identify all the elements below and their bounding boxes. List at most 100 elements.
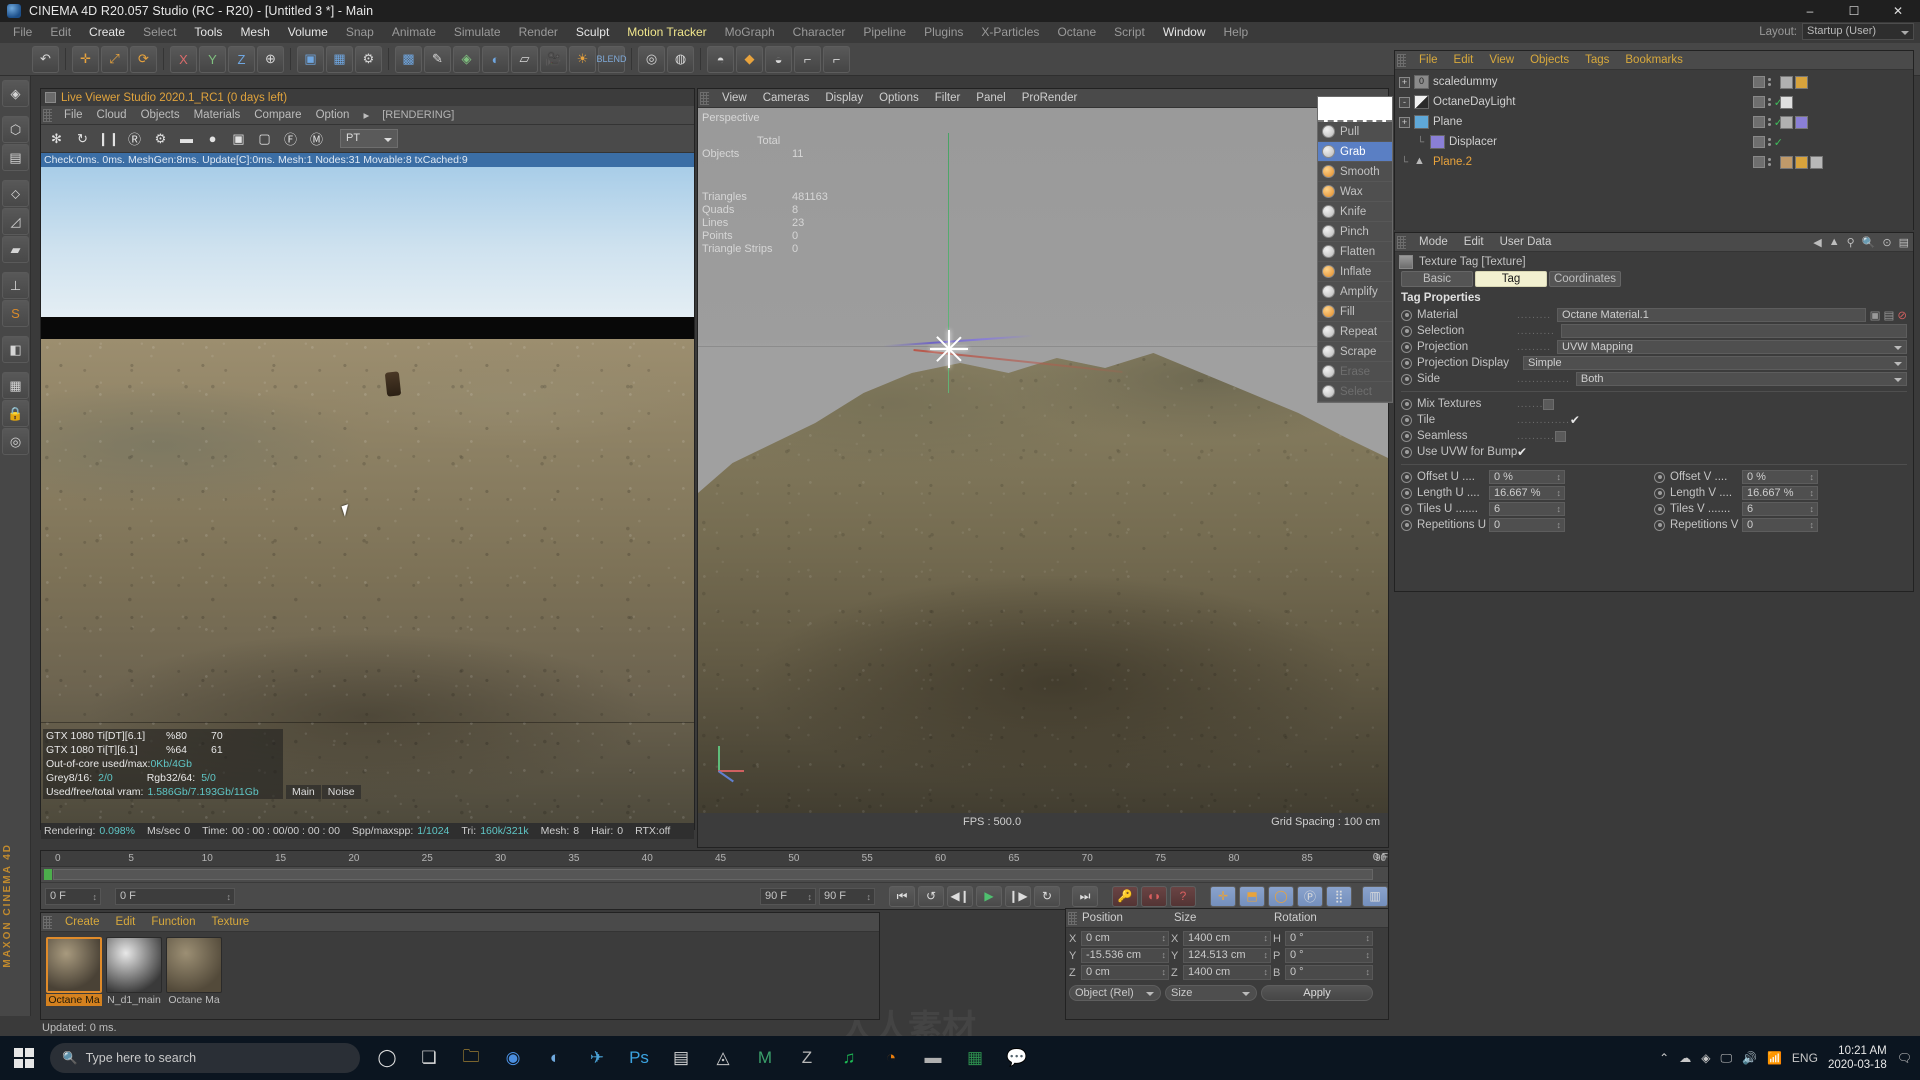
- menu-render[interactable]: Render: [510, 22, 567, 43]
- sculpt-brush-pull[interactable]: Pull: [1318, 122, 1392, 142]
- menu-help[interactable]: Help: [1215, 22, 1258, 43]
- size-field[interactable]: 1400 cm: [1183, 965, 1271, 980]
- daylight-gizmo-icon[interactable]: [930, 330, 968, 368]
- material-swatch-list[interactable]: Octane Ma N_d1_main Octane Ma: [41, 932, 879, 1011]
- object-tags-0[interactable]: [1780, 72, 1808, 92]
- menu-mesh[interactable]: Mesh: [231, 22, 278, 43]
- sculpt-brush-button[interactable]: ◓: [707, 45, 734, 73]
- spline-pen-button[interactable]: ✎: [424, 45, 451, 73]
- material-preview-sphere[interactable]: [106, 937, 162, 993]
- step-forward-frame-button[interactable]: ❙▶: [1005, 885, 1031, 907]
- editor-visibility-icon[interactable]: [1768, 158, 1771, 161]
- lv-menu-compare[interactable]: Compare: [247, 109, 308, 121]
- maximize-button[interactable]: ☐: [1832, 0, 1876, 22]
- animation-track-dot-icon[interactable]: [1401, 357, 1412, 369]
- object-tag-area[interactable]: ✓: [1752, 92, 1783, 112]
- menu-tools[interactable]: Tools: [185, 22, 231, 43]
- search-icon[interactable]: 🔍: [1862, 236, 1876, 249]
- display-icon[interactable]: 🖵: [1720, 1051, 1732, 1066]
- render-view-button[interactable]: ▣: [297, 45, 324, 73]
- viewport-3d-canvas[interactable]: Perspective Total Objects 11 Triangles 4…: [698, 108, 1388, 830]
- animation-track-dot-icon[interactable]: [1401, 309, 1412, 321]
- animation-track-dot-icon[interactable]: [1654, 503, 1665, 515]
- visibility-dot-icon[interactable]: [1753, 156, 1765, 168]
- wechat-icon[interactable]: 💬: [998, 1036, 1036, 1080]
- am-menu-edit[interactable]: Edit: [1456, 236, 1492, 248]
- prop-value[interactable]: [1560, 324, 1907, 338]
- animation-track-dot-icon[interactable]: [1401, 519, 1412, 531]
- object-row-displacer[interactable]: └ Displacer ✓: [1395, 132, 1913, 152]
- object-row-scaledummy[interactable]: +0 scaledummy: [1395, 72, 1913, 92]
- parameter-key-button[interactable]: Ⓟ: [1297, 885, 1323, 907]
- tag-icon[interactable]: [1795, 115, 1808, 129]
- object-row-plane-2[interactable]: └ ▲ Plane.2: [1395, 152, 1913, 172]
- animation-track-dot-icon[interactable]: [1654, 519, 1665, 531]
- light-button[interactable]: ☀: [569, 45, 596, 73]
- timeline-range-bar[interactable]: [53, 869, 1373, 880]
- panel-grip-icon[interactable]: [1397, 235, 1406, 249]
- om-menu-edit[interactable]: Edit: [1446, 54, 1482, 66]
- z-axis-lock-button[interactable]: Z: [228, 45, 255, 73]
- object-tree[interactable]: +0 scaledummy - OctaneDayLight ✓ + Plane ✓ └ Disp…: [1395, 70, 1913, 230]
- visibility-dot-icon[interactable]: [1752, 96, 1765, 108]
- material-preview-icon[interactable]: ●: [201, 128, 224, 150]
- size-field[interactable]: 124.513 cm: [1183, 948, 1271, 963]
- editor-visibility-icon[interactable]: [1767, 118, 1771, 121]
- sculpt-brush-smooth[interactable]: Smooth: [1318, 162, 1392, 182]
- om-menu-objects[interactable]: Objects: [1522, 54, 1577, 66]
- taskbar-clock[interactable]: 10:21 AM 2020-03-18: [1828, 1044, 1887, 1072]
- material-clear-icon[interactable]: ⊘: [1897, 308, 1907, 322]
- current-frame-field[interactable]: 0 F: [45, 887, 101, 905]
- step-forward-keyframe-button[interactable]: ↻: [1034, 885, 1060, 907]
- material-preview-sphere[interactable]: [46, 937, 102, 993]
- frame-preview-end-field[interactable]: 90 F: [819, 887, 875, 905]
- workplane-icon[interactable]: ◧: [2, 336, 29, 363]
- y-axis-lock-button[interactable]: Y: [199, 45, 226, 73]
- menu-mograph[interactable]: MoGraph: [716, 22, 784, 43]
- object-tag-area[interactable]: [1753, 72, 1783, 92]
- sculpt-brush-knife[interactable]: Knife: [1318, 202, 1392, 222]
- tag-icon[interactable]: [1780, 95, 1793, 109]
- scale-tool-button[interactable]: ⤢: [101, 45, 128, 73]
- options-icon[interactable]: ▤: [1899, 236, 1909, 249]
- tab-main[interactable]: Main: [286, 785, 321, 799]
- material-swatch-2[interactable]: Octane Ma: [166, 937, 222, 1006]
- tab-noise[interactable]: Noise: [321, 785, 361, 799]
- animation-track-dot-icon[interactable]: [1401, 446, 1412, 458]
- sculpt-brush-dropdown[interactable]: Pull Grab Smooth Wax Knife Pinch Flatten Inflat…: [1317, 96, 1393, 403]
- checkbox-unchecked-icon[interactable]: [1554, 430, 1566, 442]
- taskbar-search-box[interactable]: 🔍 Type here to search: [50, 1043, 360, 1073]
- octane-render-button[interactable]: ◎: [638, 45, 665, 73]
- pause-render-icon[interactable]: ❙❙: [97, 128, 120, 150]
- keyframe-selection-button[interactable]: ?: [1170, 885, 1196, 907]
- material-swatch-1[interactable]: N_d1_main: [106, 937, 162, 1006]
- photoshop-icon[interactable]: Ps: [620, 1036, 658, 1080]
- render-visibility-icon[interactable]: [1767, 103, 1771, 106]
- render-settings-button[interactable]: ⚙: [355, 45, 382, 73]
- array-generator-button[interactable]: ◈: [453, 45, 480, 73]
- expand-toggle-icon[interactable]: +: [1399, 116, 1410, 128]
- timeline-playhead[interactable]: [44, 869, 52, 880]
- kernel-type-dropdown[interactable]: PT: [340, 129, 398, 148]
- menu-plugins[interactable]: Plugins: [915, 22, 972, 43]
- menu-pipeline[interactable]: Pipeline: [854, 22, 915, 43]
- lv-menu-option[interactable]: Option: [309, 109, 357, 121]
- vp-menu-view[interactable]: View: [714, 92, 755, 104]
- tray-expand-icon[interactable]: ⌃: [1659, 1051, 1669, 1065]
- visibility-dot-icon[interactable]: [1752, 116, 1765, 128]
- menu-x-particles[interactable]: X-Particles: [972, 22, 1048, 43]
- sculpt-symmetry-icon[interactable]: S: [2, 300, 29, 327]
- picture-viewer-icon[interactable]: ▣: [227, 128, 250, 150]
- cortana-icon[interactable]: ◯: [368, 1036, 406, 1080]
- substance-icon[interactable]: ◬: [704, 1036, 742, 1080]
- live-selection-tool-icon[interactable]: ◈: [2, 80, 29, 107]
- mm-menu-create[interactable]: Create: [57, 916, 108, 928]
- sculpt-brush-pinch[interactable]: Pinch: [1318, 222, 1392, 242]
- checkbox-checked-icon[interactable]: ✔: [1517, 445, 1527, 459]
- rotation-key-button[interactable]: ◯: [1268, 885, 1294, 907]
- tag-icon[interactable]: [1780, 115, 1793, 129]
- numeric-field-u[interactable]: 0 %: [1489, 470, 1565, 484]
- om-menu-file[interactable]: File: [1411, 54, 1446, 66]
- render-visibility-icon[interactable]: [1768, 163, 1771, 166]
- material-browse-icon[interactable]: ▣: [1870, 308, 1881, 322]
